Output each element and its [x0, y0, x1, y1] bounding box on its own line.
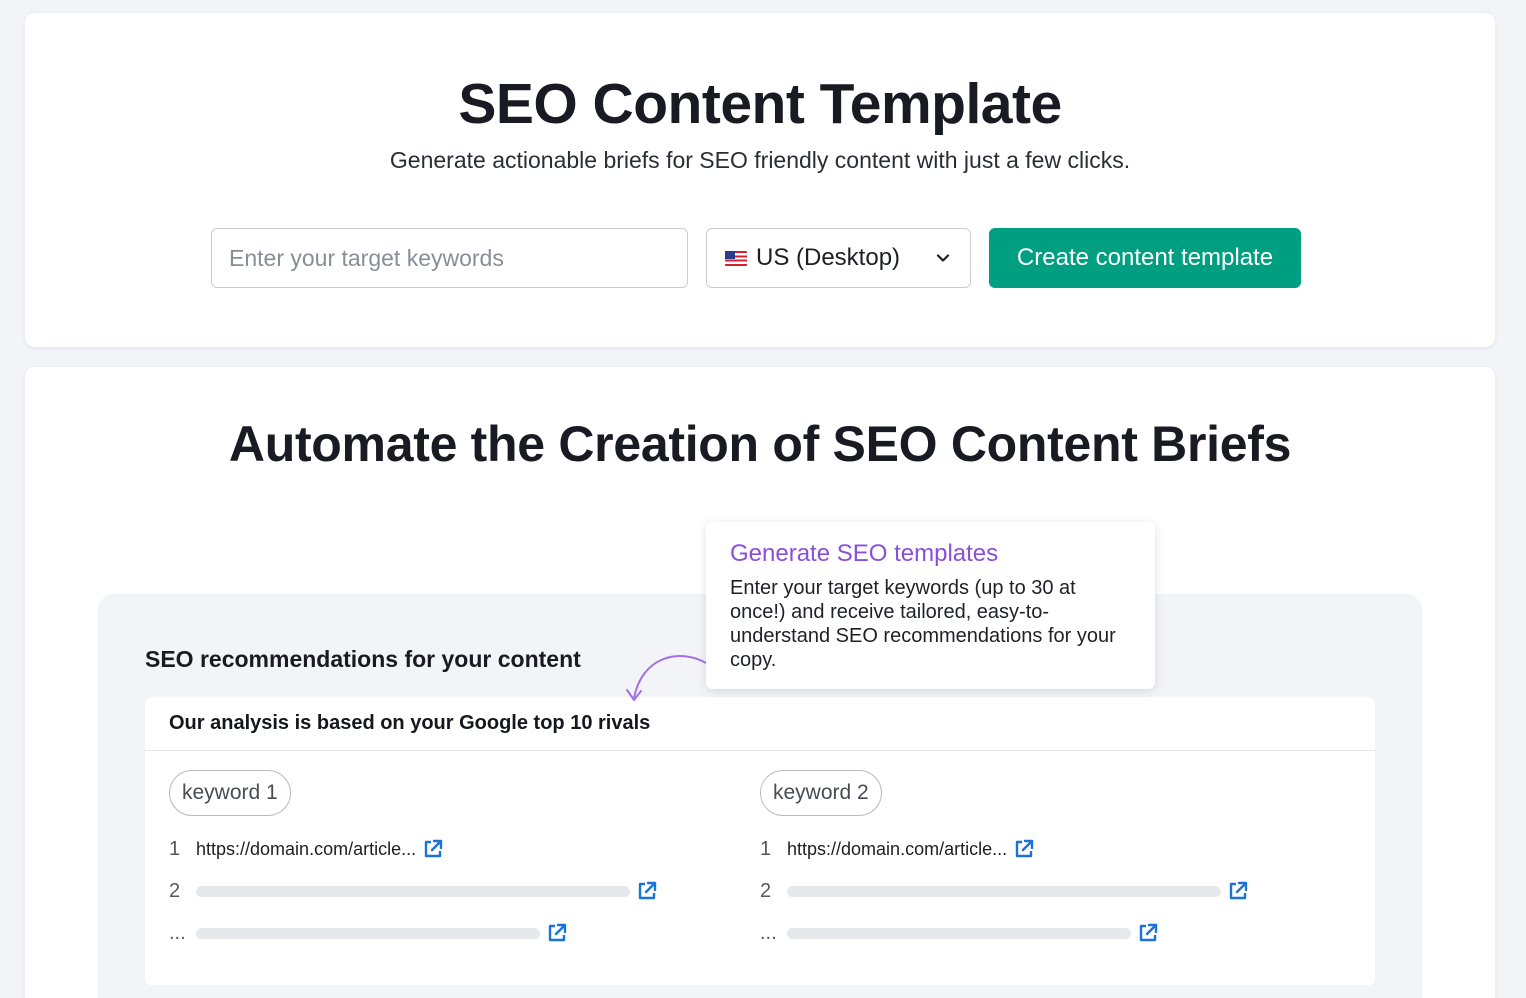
database-select-label: US (Desktop) — [756, 244, 901, 271]
rank-number: 2 — [760, 879, 772, 902]
rank-row: 2 — [169, 870, 689, 912]
hero-card: SEO Content Template Generate actionable… — [25, 13, 1495, 347]
external-link-icon[interactable] — [1227, 880, 1249, 902]
page-subtitle: Generate actionable briefs for SEO frien… — [389, 147, 1131, 173]
rivals-panel-heading: Our analysis is based on your Google top… — [145, 697, 1375, 751]
rank-number: 1 — [760, 837, 772, 860]
rank-number: 2 — [169, 879, 181, 902]
rank-row: ... — [760, 912, 1280, 954]
rank-number: ... — [760, 921, 777, 944]
rank-url[interactable]: https://domain.com/article... — [787, 839, 1007, 860]
keyword-chip: keyword 1 — [169, 770, 291, 816]
rank-row: 1 https://domain.com/article... — [169, 828, 689, 870]
rank-number: 1 — [169, 837, 181, 860]
feature-tooltip: Generate SEO templates Enter your target… — [706, 522, 1155, 689]
keywords-input[interactable] — [211, 228, 688, 288]
us-flag-icon — [725, 250, 747, 266]
keyword-column: keyword 1 1 https://domain.com/article..… — [169, 770, 689, 954]
external-link-icon[interactable] — [422, 838, 444, 860]
external-link-icon[interactable] — [1013, 838, 1035, 860]
create-template-button[interactable]: Create content template — [989, 228, 1301, 288]
tooltip-title: Generate SEO templates — [730, 540, 999, 567]
database-select[interactable]: US (Desktop) — [706, 228, 971, 288]
placeholder-bar — [196, 927, 540, 939]
external-link-icon[interactable] — [546, 922, 568, 944]
rank-url[interactable]: https://domain.com/article... — [196, 839, 416, 860]
keyword-chip: keyword 2 — [760, 770, 882, 816]
section-title: Automate the Creation of SEO Content Bri… — [228, 416, 1292, 472]
rank-row: 1 https://domain.com/article... — [760, 828, 1280, 870]
tooltip-body: Enter your target keywords (up to 30 at … — [730, 577, 1116, 671]
curved-arrow-icon — [626, 655, 707, 701]
recommendations-heading: SEO recommendations for your content — [145, 646, 581, 672]
rivals-panel: Our analysis is based on your Google top… — [145, 697, 1375, 985]
external-link-icon[interactable] — [1137, 922, 1159, 944]
rank-row: ... — [169, 912, 689, 954]
placeholder-bar — [787, 885, 1221, 897]
rank-number: ... — [169, 921, 186, 944]
rank-row: 2 — [760, 870, 1280, 912]
keyword-column: keyword 2 1 https://domain.com/article..… — [760, 770, 1280, 954]
placeholder-bar — [196, 885, 630, 897]
placeholder-bar — [787, 927, 1131, 939]
chevron-down-icon — [936, 254, 950, 262]
external-link-icon[interactable] — [636, 880, 658, 902]
page-title: SEO Content Template — [458, 72, 1062, 136]
